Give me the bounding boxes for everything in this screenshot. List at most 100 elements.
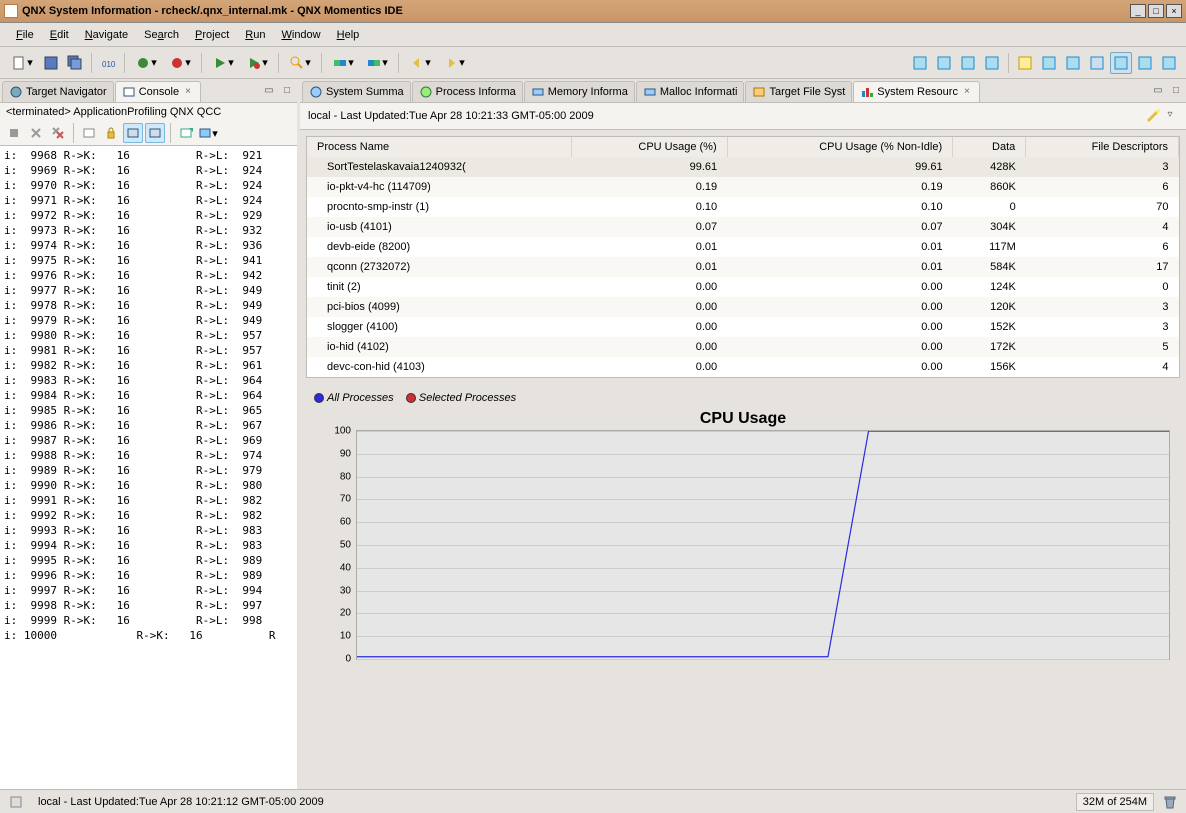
legend-all: All Processes xyxy=(327,392,394,404)
close-button[interactable]: × xyxy=(1166,4,1182,18)
show-console-icon[interactable] xyxy=(145,123,165,143)
tab-target-file-system[interactable]: Target File Syst xyxy=(745,81,852,102)
menu-edit[interactable]: Edit xyxy=(42,25,77,45)
menu-navigate[interactable]: Navigate xyxy=(77,25,136,45)
pin-console-icon[interactable] xyxy=(123,123,143,143)
table-row[interactable]: slogger (4100)0.000.00152K3 xyxy=(307,317,1179,337)
perspective-10-icon[interactable] xyxy=(1158,52,1180,74)
menu-help[interactable]: Help xyxy=(329,25,368,45)
scroll-lock-icon[interactable] xyxy=(101,123,121,143)
console-line: i: 9986 R->K: 16 R->L: 967 xyxy=(4,418,293,433)
ytick-label: 0 xyxy=(317,654,357,665)
clear-icon[interactable] xyxy=(79,123,99,143)
new-button[interactable]: ▾ xyxy=(6,52,38,74)
perspective-9-icon[interactable] xyxy=(1134,52,1156,74)
tab-system-resources[interactable]: System Resourc× xyxy=(853,81,980,102)
cell-data: 0 xyxy=(953,197,1026,217)
perspective-3-icon[interactable] xyxy=(957,52,979,74)
tab-malloc-info[interactable]: Malloc Informati xyxy=(636,81,745,102)
menu-run[interactable]: Run xyxy=(237,25,273,45)
tab-target-navigator[interactable]: Target Navigator xyxy=(2,81,114,102)
maximize-view-icon[interactable]: □ xyxy=(1168,84,1184,100)
table-row[interactable]: devb-eide (8200)0.010.01117M6 xyxy=(307,237,1179,257)
close-icon[interactable]: × xyxy=(182,86,194,98)
external-tools-button[interactable]: ▾ xyxy=(164,52,196,74)
menu-window[interactable]: Window xyxy=(273,25,328,45)
menu-file[interactable]: File xyxy=(8,25,42,45)
toggle-mark-button[interactable]: ▾ xyxy=(361,52,393,74)
highlight-icon[interactable] xyxy=(1144,107,1162,125)
save-all-button[interactable] xyxy=(64,52,86,74)
table-row[interactable]: devc-con-hid (4103)0.000.00156K4 xyxy=(307,357,1179,377)
ytick-label: 70 xyxy=(317,494,357,505)
table-row[interactable]: io-usb (4101)0.070.07304K4 xyxy=(307,217,1179,237)
remove-all-icon[interactable] xyxy=(48,123,68,143)
perspective-8-icon[interactable] xyxy=(1086,52,1108,74)
profile-button[interactable]: ▾ xyxy=(241,52,273,74)
back-button[interactable]: ▾ xyxy=(404,52,436,74)
cell-fd: 3 xyxy=(1026,317,1179,337)
cell-cpu: 0.10 xyxy=(572,197,728,217)
cell-fd: 70 xyxy=(1026,197,1179,217)
run-button[interactable]: ▾ xyxy=(207,52,239,74)
table-row[interactable]: qconn (2732072)0.010.01584K17 xyxy=(307,257,1179,277)
trash-icon[interactable] xyxy=(1162,794,1178,810)
tab-memory-info[interactable]: Memory Informa xyxy=(524,81,635,102)
view-menu-icon[interactable]: ▿ xyxy=(1162,108,1178,124)
minimize-view-icon[interactable]: ▭ xyxy=(261,84,277,100)
right-tabstrip: System Summa Process Informa Memory Info… xyxy=(300,79,1186,103)
open-console-icon[interactable] xyxy=(176,123,196,143)
console-output[interactable]: i: 9968 R->K: 16 R->L: 921i: 9969 R->K: … xyxy=(0,146,297,789)
table-row[interactable]: pci-bios (4099)0.000.00120K3 xyxy=(307,297,1179,317)
perspective-4-icon[interactable] xyxy=(981,52,1003,74)
save-button[interactable] xyxy=(40,52,62,74)
console-line: i: 9998 R->K: 16 R->L: 997 xyxy=(4,598,293,613)
table-row[interactable]: io-pkt-v4-hc (114709)0.190.19860K6 xyxy=(307,177,1179,197)
maximize-view-icon[interactable]: □ xyxy=(279,84,295,100)
table-row[interactable]: SortTestelaskavaia1240932(99.6199.61428K… xyxy=(307,157,1179,177)
col-cpu-nonidle[interactable]: CPU Usage (% Non-Idle) xyxy=(727,137,952,157)
heap-status[interactable]: 32M of 254M xyxy=(1076,793,1154,811)
table-row[interactable]: tinit (2)0.000.00124K0 xyxy=(307,277,1179,297)
menu-search[interactable]: Search xyxy=(136,25,187,45)
col-file-descriptors[interactable]: File Descriptors xyxy=(1026,137,1179,157)
display-console-icon[interactable]: ▾ xyxy=(198,123,218,143)
console-line: i: 9991 R->K: 16 R->L: 982 xyxy=(4,493,293,508)
maximize-button[interactable]: □ xyxy=(1148,4,1164,18)
cell-cpu: 0.00 xyxy=(572,297,728,317)
forward-button[interactable]: ▾ xyxy=(438,52,470,74)
col-data[interactable]: Data xyxy=(953,137,1026,157)
menu-project[interactable]: Project xyxy=(187,25,237,45)
console-line: i: 9975 R->K: 16 R->L: 941 xyxy=(4,253,293,268)
cell-cpu: 0.00 xyxy=(572,337,728,357)
binary-icon[interactable]: 010 xyxy=(97,52,119,74)
terminate-icon[interactable] xyxy=(4,123,24,143)
ytick-label: 40 xyxy=(317,562,357,573)
ytick-label: 20 xyxy=(317,608,357,619)
perspective-5-icon[interactable] xyxy=(1014,52,1036,74)
minimize-button[interactable]: _ xyxy=(1130,4,1146,18)
perspective-active-icon[interactable] xyxy=(1110,52,1132,74)
toggle-breakpoint-button[interactable]: ▾ xyxy=(327,52,359,74)
perspective-7-icon[interactable] xyxy=(1062,52,1084,74)
tab-console[interactable]: Console × xyxy=(115,81,201,102)
main-area: Target Navigator Console × ▭ □ <terminat… xyxy=(0,79,1186,789)
perspective-2-icon[interactable] xyxy=(933,52,955,74)
col-cpu-usage[interactable]: CPU Usage (%) xyxy=(572,137,728,157)
remove-icon[interactable] xyxy=(26,123,46,143)
perspective-1-icon[interactable] xyxy=(909,52,931,74)
cell-fd: 17 xyxy=(1026,257,1179,277)
close-icon[interactable]: × xyxy=(961,86,973,98)
minimize-view-icon[interactable]: ▭ xyxy=(1150,84,1166,100)
search-button[interactable]: ▾ xyxy=(284,52,316,74)
console-toolbar: ▾ xyxy=(0,121,297,146)
tab-system-summary[interactable]: System Summa xyxy=(302,81,411,102)
left-tabstrip: Target Navigator Console × ▭ □ xyxy=(0,79,297,103)
tab-label: System Summa xyxy=(326,86,404,98)
table-row[interactable]: procnto-smp-instr (1)0.100.10070 xyxy=(307,197,1179,217)
col-process-name[interactable]: Process Name xyxy=(307,137,572,157)
perspective-6-icon[interactable] xyxy=(1038,52,1060,74)
debug-button[interactable]: ▾ xyxy=(130,52,162,74)
table-row[interactable]: io-hid (4102)0.000.00172K5 xyxy=(307,337,1179,357)
tab-process-info[interactable]: Process Informa xyxy=(412,81,523,102)
